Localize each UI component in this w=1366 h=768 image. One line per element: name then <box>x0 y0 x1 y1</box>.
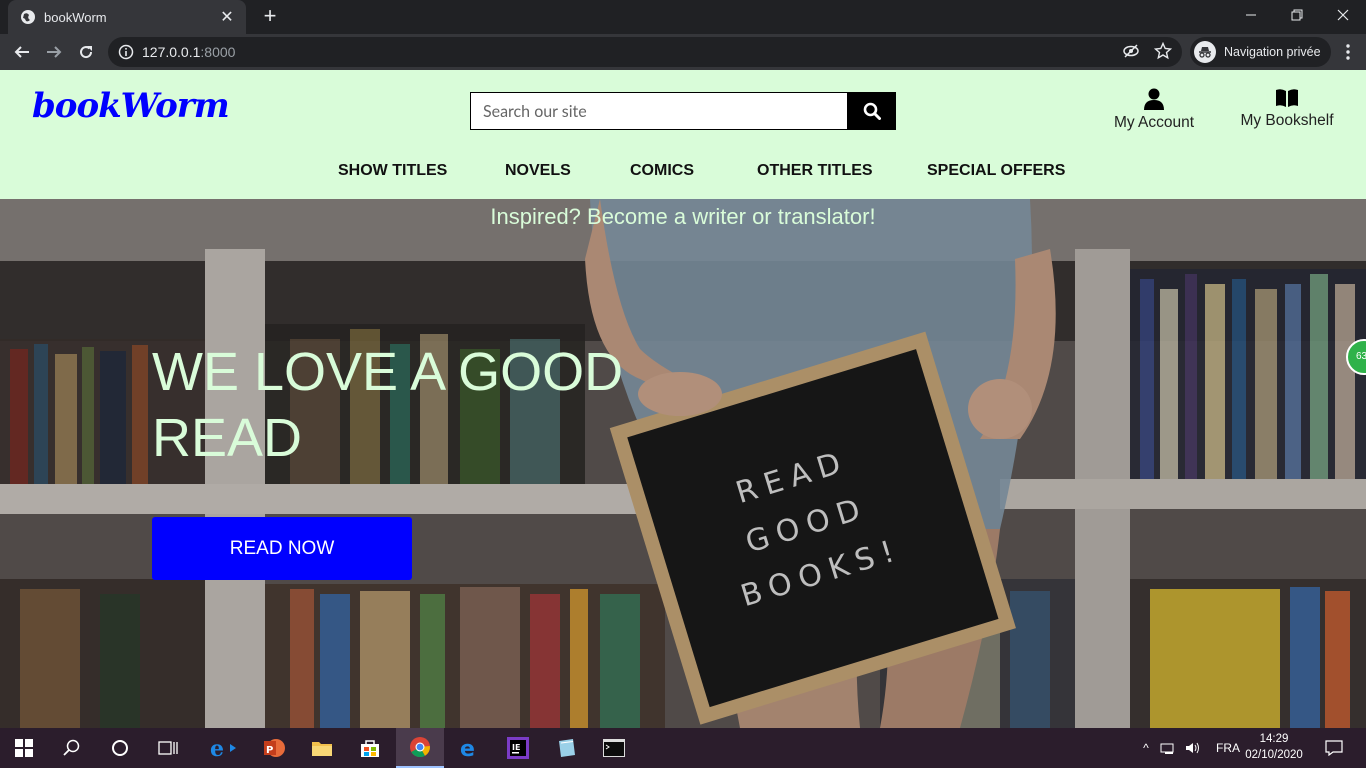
taskbar-edge-app[interactable]: e <box>446 728 494 768</box>
nav-other-titles[interactable]: OTHER TITLES <box>757 162 873 180</box>
taskbar-file-explorer-app[interactable] <box>298 728 346 768</box>
minimize-button[interactable] <box>1228 0 1274 30</box>
my-bookshelf-label: My Bookshelf <box>1240 112 1334 129</box>
hero-title-line-1: WE LOVE A GOOD <box>152 342 624 402</box>
intellij-icon: IE <box>507 737 529 759</box>
book-open-icon <box>1276 89 1298 107</box>
globe-icon <box>21 10 35 24</box>
search-input[interactable] <box>470 92 847 130</box>
taskbar-search-button[interactable] <box>48 728 96 768</box>
search-form <box>470 92 896 130</box>
nav-novels[interactable]: NOVELS <box>505 162 571 180</box>
svg-text:P: P <box>266 745 273 756</box>
taskbar-terminal-app[interactable] <box>590 728 638 768</box>
site-logo[interactable]: bookWorm <box>32 86 230 126</box>
hero-title-line-2: READ <box>152 408 303 468</box>
terminal-icon <box>603 739 625 757</box>
arrow-right-icon <box>47 46 62 58</box>
my-bookshelf-link[interactable]: My Bookshelf <box>1236 88 1338 130</box>
menu-kebab-icon[interactable] <box>1336 40 1360 64</box>
svg-text:e: e <box>460 737 475 759</box>
chevron-up-icon[interactable]: ^ <box>1138 741 1154 755</box>
info-icon[interactable] <box>118 44 134 60</box>
network-icon[interactable] <box>1160 741 1178 755</box>
system-tray: ^ FRA <box>1138 728 1240 768</box>
task-view-button[interactable] <box>144 728 192 768</box>
search-icon <box>863 102 881 120</box>
url-host: 127.0.0.1 <box>142 44 201 60</box>
search-button[interactable] <box>847 92 896 130</box>
user-icon <box>1144 88 1164 110</box>
taskbar-intellij-app[interactable]: IE <box>494 728 542 768</box>
search-icon <box>63 739 80 756</box>
forward-button[interactable] <box>40 38 68 66</box>
star-icon[interactable] <box>1153 41 1173 61</box>
my-account-link[interactable]: My Account <box>1108 88 1200 132</box>
svg-text:IE: IE <box>512 743 520 752</box>
chrome-icon <box>410 737 430 758</box>
edge-icon: e <box>460 737 475 759</box>
site-header: bookWorm My Account My Bookshelf SHOW TI… <box>0 70 1366 199</box>
nav-show-titles[interactable]: SHOW TITLES <box>338 162 447 180</box>
hero-title: WE LOVE A GOOD READ <box>152 339 672 471</box>
tab-close-icon[interactable]: ✕ <box>218 7 236 27</box>
reload-icon <box>80 46 93 59</box>
my-account-label: My Account <box>1113 114 1195 131</box>
clock-date: 02/10/2020 <box>1245 749 1303 761</box>
cortana-button[interactable] <box>96 728 144 768</box>
nav-special-offers[interactable]: SPECIAL OFFERS <box>927 162 1065 180</box>
incognito-indicator[interactable]: Navigation privée <box>1190 37 1331 67</box>
hero-subtitle-link[interactable]: Inspired? Become a writer or translator! <box>0 204 1366 230</box>
taskbar-ie-app[interactable]: e <box>200 728 248 768</box>
main-navigation: SHOW TITLES NOVELS COMICS OTHER TITLES S… <box>0 158 1366 186</box>
browser-toolbar: 127.0.0.1:8000 Navigation privée <box>0 34 1366 70</box>
tab-title: bookWorm <box>44 9 107 25</box>
eye-off-icon[interactable] <box>1121 41 1141 61</box>
notification-icon <box>1325 740 1343 756</box>
close-window-button[interactable] <box>1320 0 1366 30</box>
arrow-left-icon <box>14 46 29 58</box>
taskbar-notes-app[interactable] <box>542 728 590 768</box>
web-page: bookWorm My Account My Bookshelf SHOW TI… <box>0 70 1366 728</box>
notes-pad-icon <box>559 739 575 757</box>
notification-center-button[interactable] <box>1310 728 1358 768</box>
incognito-icon <box>1194 41 1216 63</box>
volume-icon[interactable] <box>1184 741 1202 755</box>
windows-taskbar: e P e IE ^ FRA 14:29 02/10/2020 <box>0 728 1366 768</box>
url-text: 127.0.0.1:8000 <box>142 44 235 60</box>
clock-time: 14:29 <box>1259 733 1289 745</box>
language-indicator[interactable]: FRA <box>1216 741 1240 755</box>
new-tab-button[interactable]: + <box>258 5 282 29</box>
read-now-button[interactable]: READ NOW <box>152 517 412 580</box>
address-bar[interactable]: 127.0.0.1:8000 <box>108 37 1182 67</box>
cortana-circle-icon <box>112 740 128 756</box>
back-button[interactable] <box>8 38 36 66</box>
taskbar-powerpoint-app[interactable]: P <box>250 728 298 768</box>
hero-banner: READ GOOD BOOKS! Inspired? Become a writ… <box>0 199 1366 728</box>
taskbar-chrome-app[interactable] <box>396 728 444 768</box>
restore-button[interactable] <box>1274 0 1320 30</box>
reload-button[interactable] <box>72 38 100 66</box>
browser-tab-strip: bookWorm ✕ + <box>0 0 1366 34</box>
folder-icon <box>312 742 332 756</box>
nav-comics[interactable]: COMICS <box>630 162 694 180</box>
browser-tab[interactable]: bookWorm ✕ <box>8 0 246 34</box>
start-button[interactable] <box>0 728 48 768</box>
windows-logo-icon <box>15 739 33 757</box>
internet-explorer-icon: e <box>210 737 236 759</box>
url-port: :8000 <box>200 44 236 60</box>
powerpoint-icon: P <box>264 739 285 757</box>
task-view-icon <box>158 741 178 755</box>
taskbar-store-app[interactable] <box>346 728 394 768</box>
store-bag-icon <box>361 740 379 757</box>
incognito-label: Navigation privée <box>1224 45 1321 59</box>
taskbar-clock[interactable]: 14:29 02/10/2020 <box>1244 731 1304 763</box>
svg-text:e: e <box>210 737 224 759</box>
